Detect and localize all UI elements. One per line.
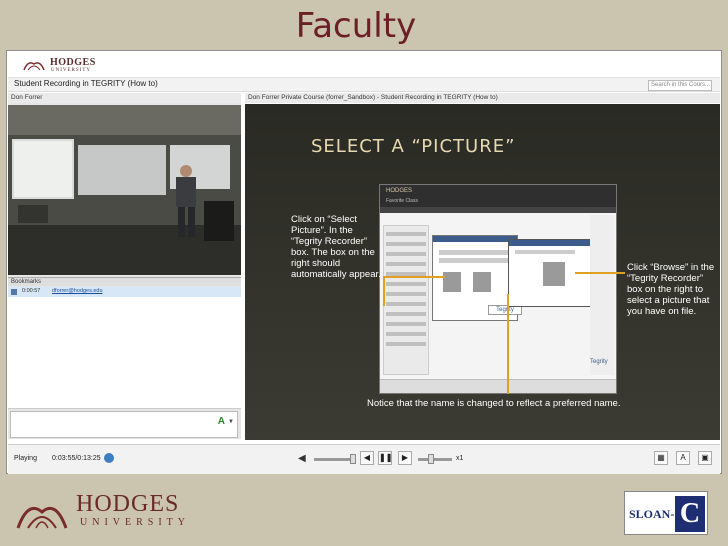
- search-input[interactable]: Search in this Cours...: [648, 80, 712, 91]
- footer-logo-name: HODGES: [76, 491, 180, 517]
- volume-knob[interactable]: [350, 454, 356, 464]
- speed-knob[interactable]: [428, 454, 434, 464]
- player-controls: Playing 0:03:55/0:13:25 ◀ ◀ ❚❚ ▶ x1 ▦ A …: [8, 444, 720, 474]
- bookmark-icon: [11, 289, 17, 295]
- text-button[interactable]: A: [676, 451, 690, 465]
- presentation-slide: SELECT A “PICTURE” HODGES Favorite Class: [245, 104, 720, 440]
- logo-text: HODGES: [50, 57, 96, 68]
- video-feed[interactable]: [8, 105, 241, 275]
- playback-speed: x1: [456, 455, 464, 462]
- volume-icon[interactable]: ◀: [298, 453, 306, 464]
- bookmark-entry-field[interactable]: A ▼: [10, 411, 238, 438]
- embed-header: HODGES Favorite Class: [380, 185, 616, 207]
- hodges-logo-icon: [16, 507, 68, 529]
- window-title-bar: Student Recording in TEGRITY (How to) Se…: [8, 78, 720, 92]
- presenter-label: Don Forrer: [8, 93, 241, 103]
- callout-left-text: Click on “Select Picture”. In the “Tegri…: [291, 214, 381, 280]
- volume-slider[interactable]: [314, 458, 354, 461]
- playback-status: Playing: [14, 455, 37, 462]
- callout-arrow-left: [383, 276, 385, 306]
- chevron-down-icon[interactable]: ▼: [228, 419, 234, 425]
- viewer-title: Don Forrer Private Course (forrer_Sandbo…: [245, 93, 720, 103]
- app-header: HODGES UNIVERSITY: [8, 52, 720, 78]
- footer-logo-sub: UNIVERSITY: [80, 517, 190, 528]
- callout-arrow-bottom: [507, 294, 509, 394]
- embed-brand: HODGES: [386, 188, 413, 194]
- bookmarks-header: Bookmarks: [8, 277, 241, 286]
- classroom-video-image: [8, 105, 241, 275]
- text-format-icon[interactable]: A: [218, 416, 225, 427]
- embed-menu: [383, 225, 429, 375]
- sloan-text: SLOAN-: [629, 507, 675, 521]
- callout-arrow-right: [575, 272, 625, 274]
- sloan-c-mark: C: [675, 496, 705, 532]
- left-column: Don Forrer Bookmarks 0:00:57 dforrer@hod…: [8, 93, 241, 439]
- callout-arrow-left-h: [383, 276, 445, 278]
- forward-button[interactable]: ▶: [398, 451, 412, 465]
- layout-button[interactable]: ▦: [654, 451, 668, 465]
- tegrity-logo-small: Tegrity: [590, 359, 608, 365]
- rewind-button[interactable]: ◀: [360, 451, 374, 465]
- logo-subtext: UNIVERSITY: [51, 68, 91, 73]
- slide-title: Faculty: [0, 0, 728, 50]
- hodges-logo-icon: [23, 62, 45, 71]
- embedded-screenshot: HODGES Favorite Class Tegrity Tegrity: [379, 184, 617, 394]
- callout-bottom-text: Notice that the name is changed to refle…: [367, 398, 621, 409]
- callout-right-text: Click “Browse” in the “Tegrity Recorder”…: [627, 262, 715, 317]
- slide-heading: SELECT A “PICTURE”: [311, 136, 516, 157]
- window-title: Student Recording in TEGRITY (How to): [14, 79, 158, 88]
- speed-slider[interactable]: [418, 458, 452, 461]
- bookmark-list: [8, 297, 241, 409]
- bookmark-link[interactable]: dforrer@hodges.edu: [52, 288, 103, 294]
- embed-nav: [380, 207, 616, 213]
- sloan-c-logo: SLOAN- C: [624, 491, 708, 535]
- bookmark-item[interactable]: 0:00:57 dforrer@hodges.edu: [8, 287, 241, 297]
- screen-capture: HODGES UNIVERSITY Student Recording in T…: [6, 50, 722, 474]
- slide-title-text: Faculty: [295, 6, 417, 46]
- refresh-icon[interactable]: [104, 453, 114, 463]
- embed-sidebar: [590, 215, 614, 375]
- embed-taskbar: [380, 379, 616, 393]
- fullscreen-button[interactable]: ▣: [698, 451, 712, 465]
- pause-button[interactable]: ❚❚: [378, 451, 392, 465]
- playback-time: 0:03:55/0:13:25: [52, 455, 101, 462]
- bookmark-time: 0:00:57: [22, 288, 41, 294]
- slide-viewer[interactable]: SELECT A “PICTURE” HODGES Favorite Class: [245, 104, 720, 440]
- embed-subtitle: Favorite Class: [386, 198, 418, 204]
